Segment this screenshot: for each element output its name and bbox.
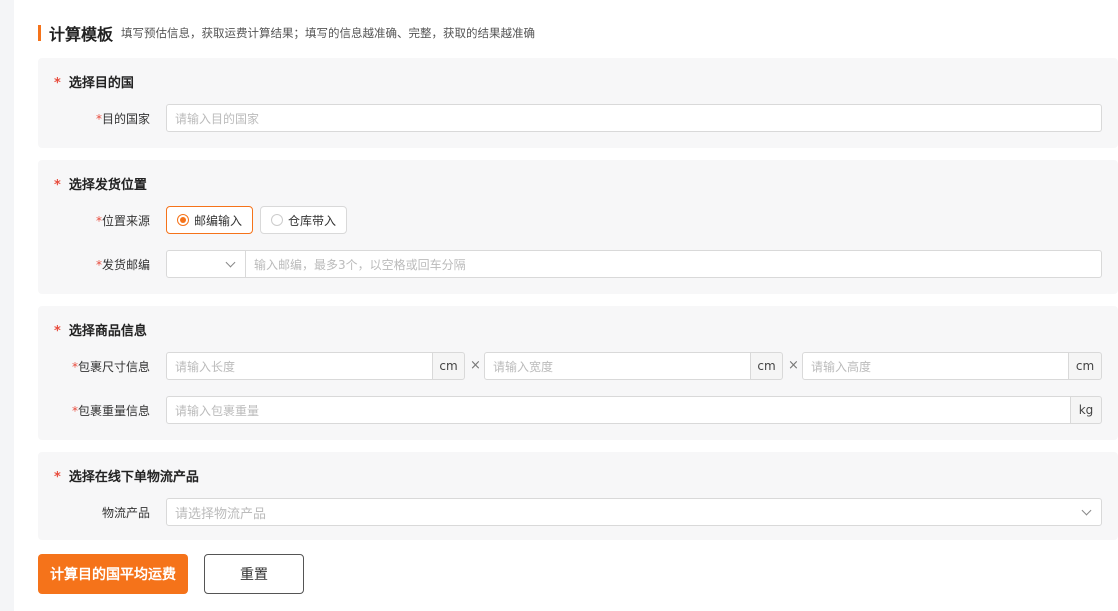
- section-title: * 选择目的国: [54, 76, 134, 91]
- section-logistics-product: * 选择在线下单物流产品 物流产品 请选择物流产品: [38, 452, 1118, 540]
- radio-warehouse[interactable]: 仓库带入: [260, 206, 348, 234]
- destination-country-row: *目的国家 请输入目的国家: [38, 104, 1118, 132]
- origin-zip-row: *发货邮编 输入邮编，最多3个，以空格或回车分隔: [38, 250, 1118, 278]
- chevron-down-icon: [225, 257, 236, 268]
- height-unit: cm: [1068, 352, 1102, 380]
- times-icon: ×: [470, 358, 481, 373]
- width-unit: cm: [750, 352, 783, 380]
- length-unit: cm: [432, 352, 465, 380]
- page-header: 计算模板 填写预估信息，获取运费计算结果；填写的信息越准确、完整，获取的结果越准…: [38, 22, 535, 44]
- logistics-product-row: 物流产品 请选择物流产品: [38, 498, 1118, 526]
- chevron-down-icon: [1081, 505, 1092, 516]
- calc-template-card: 计算模板 填写预估信息，获取运费计算结果；填写的信息越准确、完整，获取的结果越准…: [14, 0, 1118, 611]
- section-destination-country: * 选择目的国 *目的国家 请输入目的国家: [38, 58, 1118, 148]
- origin-zip-input[interactable]: 输入邮编，最多3个，以空格或回车分隔: [245, 250, 1102, 278]
- radio-zip-input[interactable]: 邮编输入: [166, 206, 254, 234]
- calculate-average-freight-button[interactable]: 计算目的国平均运费: [38, 554, 188, 594]
- package-weight-label: *包裹重量信息: [71, 404, 150, 418]
- location-source-label: *位置来源: [95, 214, 150, 228]
- destination-country-input[interactable]: 请输入目的国家: [166, 104, 1102, 132]
- zip-prefix-select[interactable]: [166, 250, 246, 278]
- logistics-product-select[interactable]: 请选择物流产品: [166, 498, 1102, 526]
- section-goods-info: * 选择商品信息 *包裹尺寸信息 请输入长度 cm × 请输入宽度 cm × 请输…: [38, 306, 1118, 440]
- page-subtitle: 填写预估信息，获取运费计算结果；填写的信息越准确、完整，获取的结果越准确: [121, 26, 536, 40]
- package-size-row: *包裹尺寸信息 请输入长度 cm × 请输入宽度 cm × 请输入高度 cm: [38, 352, 1118, 380]
- weight-input[interactable]: 请输入包裹重量: [166, 396, 1071, 424]
- destination-country-label: *目的国家: [95, 112, 150, 126]
- logistics-product-label: 物流产品: [101, 506, 150, 520]
- section-origin-location: * 选择发货位置 *位置来源 邮编输入 仓库带入 *发货邮编 输入邮编，最多3个，…: [38, 160, 1118, 294]
- location-source-row: *位置来源 邮编输入 仓库带入: [38, 206, 1118, 234]
- section-title: * 选择商品信息: [54, 324, 147, 339]
- page-title: 计算模板: [49, 25, 114, 44]
- height-input[interactable]: 请输入高度: [802, 352, 1069, 380]
- reset-button[interactable]: 重置: [204, 554, 304, 594]
- width-input[interactable]: 请输入宽度: [484, 352, 751, 380]
- package-weight-row: *包裹重量信息 请输入包裹重量 kg: [38, 396, 1118, 424]
- length-input[interactable]: 请输入长度: [166, 352, 433, 380]
- package-size-label: *包裹尺寸信息: [71, 360, 150, 374]
- title-accent-bar: [38, 25, 41, 41]
- times-icon: ×: [788, 358, 799, 373]
- radio-unchecked-icon: [271, 214, 283, 226]
- radio-checked-icon: [177, 214, 189, 226]
- weight-unit: kg: [1070, 396, 1102, 424]
- origin-zip-label: *发货邮编: [95, 258, 150, 272]
- section-title: * 选择在线下单物流产品: [54, 470, 199, 485]
- section-title: * 选择发货位置: [54, 178, 147, 193]
